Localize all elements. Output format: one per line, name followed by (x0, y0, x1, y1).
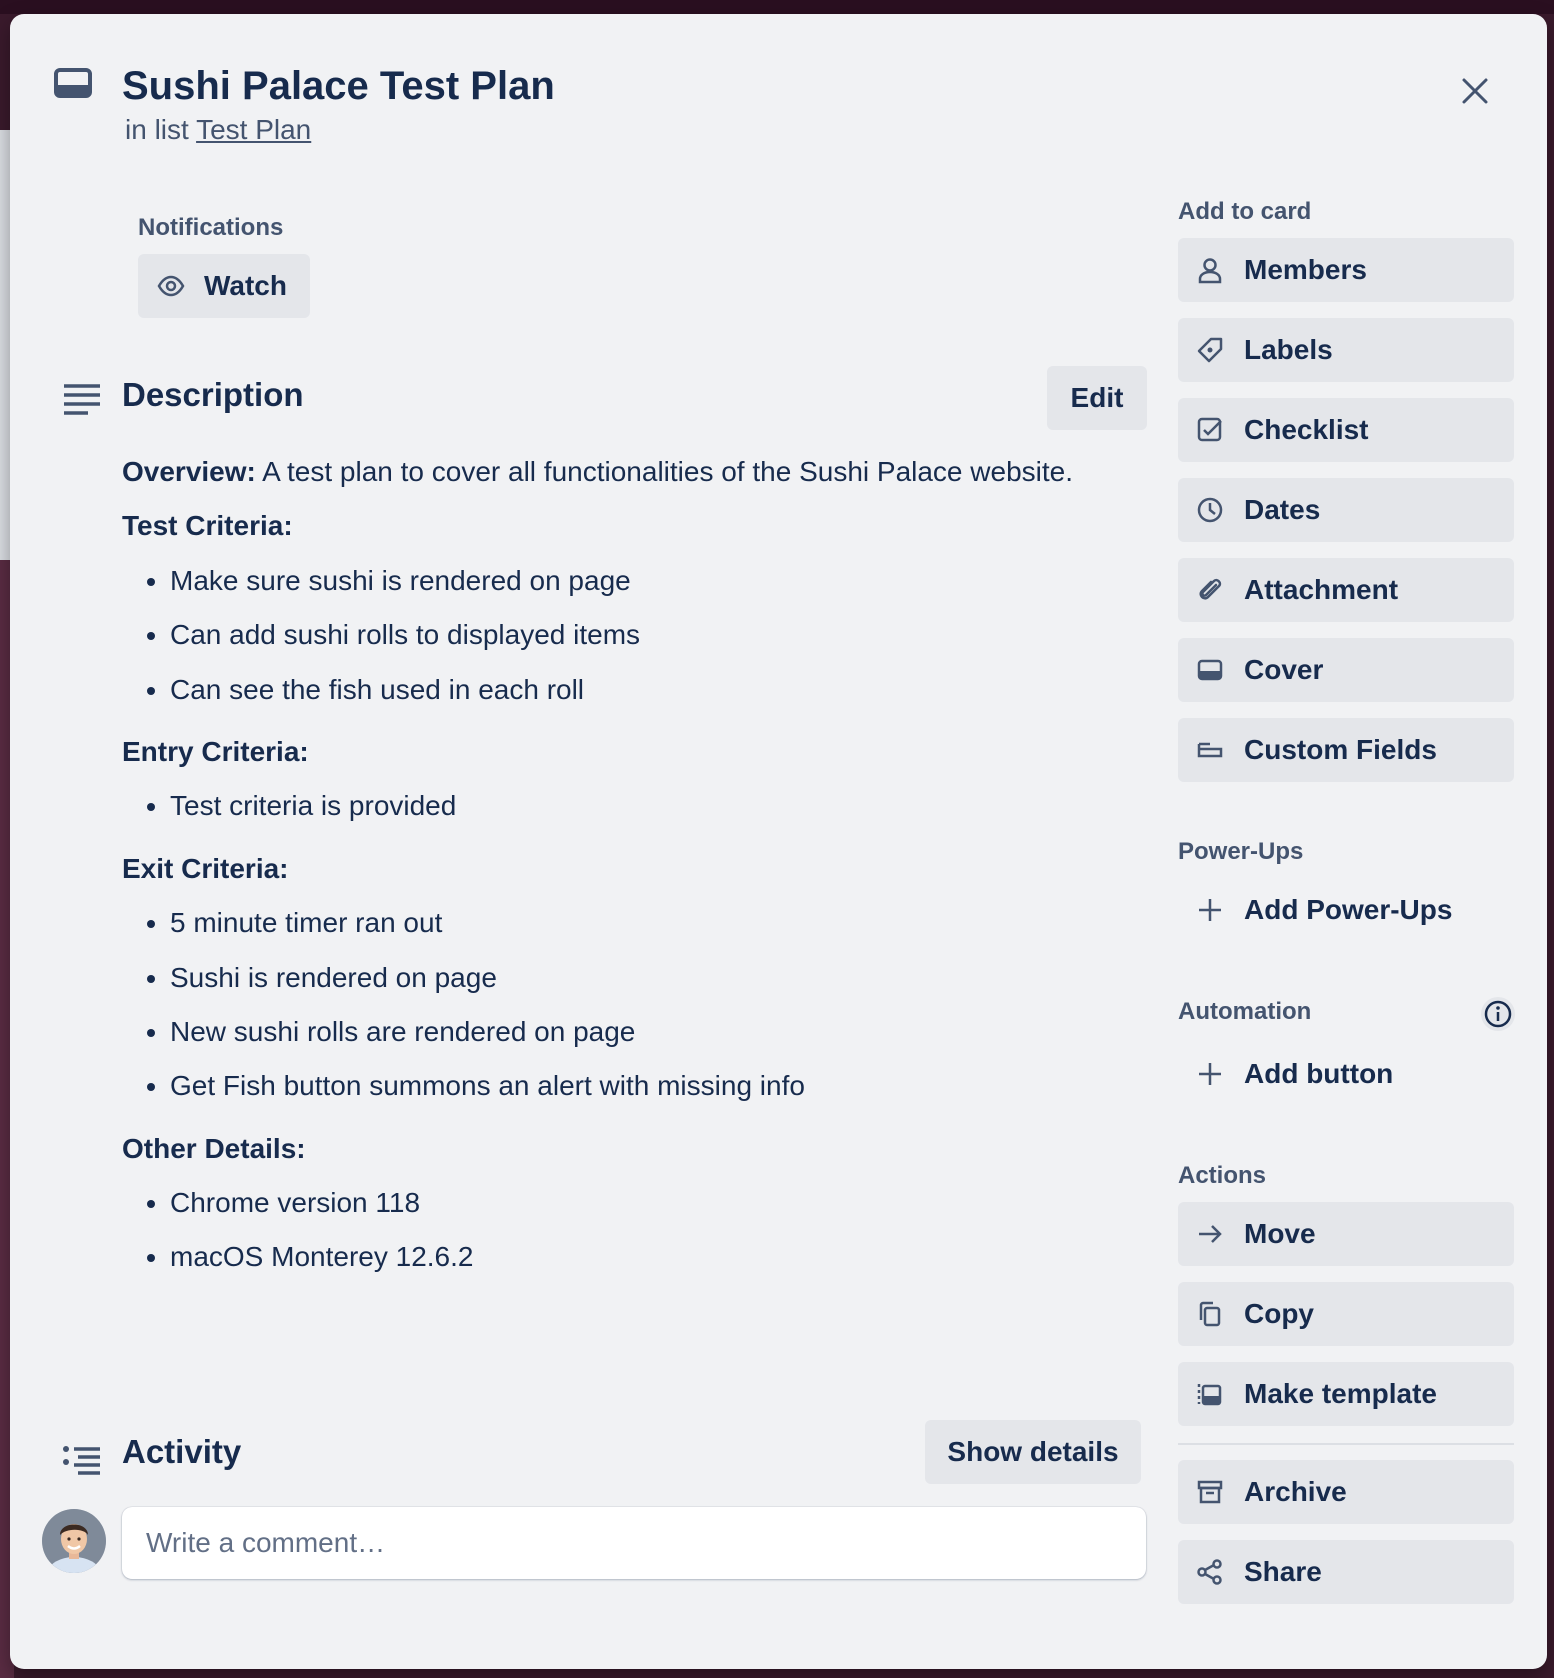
eye-icon (157, 275, 185, 297)
labels-button[interactable]: Labels (1178, 318, 1514, 382)
overview-paragraph: Overview: A test plan to cover all funct… (122, 454, 1132, 490)
section-heading: Exit Criteria: (122, 852, 289, 884)
cover-label: Cover (1244, 654, 1324, 685)
move-label: Move (1244, 1218, 1316, 1249)
arrow-right-icon (1199, 1225, 1222, 1243)
edit-description-button[interactable]: Edit (1047, 366, 1147, 430)
copy-button[interactable]: Copy (1178, 1282, 1514, 1346)
add-power-ups-label: Add Power-Ups (1244, 894, 1453, 925)
plus-icon (1199, 1063, 1221, 1085)
cover-button[interactable]: Cover (1178, 638, 1514, 702)
archive-button[interactable]: Archive (1178, 1460, 1514, 1524)
share-button[interactable]: Share (1178, 1540, 1514, 1604)
section-heading: Test Criteria: (122, 510, 293, 542)
user-avatar-icon (42, 1509, 106, 1573)
notifications-label: Notifications (138, 214, 284, 241)
person-icon (1198, 258, 1222, 284)
add-button-button[interactable]: Add button (1178, 1042, 1514, 1106)
members-button[interactable]: Members (1178, 238, 1514, 302)
edit-label: Edit (1070, 382, 1124, 413)
dates-label: Dates (1244, 494, 1321, 525)
list-item: 5 minute timer ran out (170, 905, 1132, 941)
move-button[interactable]: Move (1178, 1202, 1514, 1266)
list-item: macOS Monterey 12.6.2 (170, 1239, 1132, 1275)
watch-label: Watch (204, 270, 287, 301)
cover-icon (1197, 659, 1223, 681)
template-icon (1197, 1384, 1222, 1406)
paperclip-icon (1199, 578, 1222, 600)
card-list-info: in list Test Plan (125, 114, 311, 146)
custom-fields-icon (1197, 742, 1223, 758)
description-body[interactable]: Overview: A test plan to cover all funct… (122, 454, 1132, 1302)
list-item: Get Fish button summons an alert with mi… (170, 1068, 1132, 1104)
attachment-button[interactable]: Attachment (1178, 558, 1514, 622)
add-to-card-label: Add to card (1178, 198, 1312, 225)
section-heading: Other Details: (122, 1132, 306, 1164)
automation-label: Automation (1178, 998, 1312, 1025)
share-label: Share (1244, 1556, 1322, 1587)
dates-button[interactable]: Dates (1178, 478, 1514, 542)
list-item: Can add sushi rolls to displayed items (170, 617, 1132, 653)
add-button-label: Add button (1244, 1058, 1394, 1089)
tag-icon (1197, 337, 1223, 363)
close-button[interactable] (1450, 66, 1500, 116)
list-item: Chrome version 118 (170, 1185, 1132, 1221)
show-details-label: Show details (947, 1436, 1119, 1467)
actions-divider (1178, 1443, 1514, 1445)
labels-label: Labels (1244, 334, 1333, 365)
members-label: Members (1244, 254, 1367, 285)
make-template-label: Make template (1244, 1378, 1437, 1409)
custom-fields-button[interactable]: Custom Fields (1178, 718, 1514, 782)
copy-label: Copy (1244, 1298, 1314, 1329)
section-list: Test criteria is provided (122, 788, 1132, 824)
avatar[interactable] (42, 1509, 106, 1573)
make-template-button[interactable]: Make template (1178, 1362, 1514, 1426)
section-list: 5 minute timer ran out Sushi is rendered… (122, 905, 1132, 1105)
show-details-button[interactable]: Show details (925, 1420, 1141, 1484)
card-title[interactable]: Sushi Palace Test Plan (122, 64, 555, 109)
archive-icon (1197, 1480, 1223, 1504)
list-item: Sushi is rendered on page (170, 960, 1132, 996)
checklist-label: Checklist (1244, 414, 1369, 445)
overview-label: Overview: (122, 456, 256, 487)
section-list: Make sure sushi is rendered on page Can … (122, 563, 1132, 708)
share-icon (1197, 1559, 1222, 1585)
board-background-top (0, 0, 1554, 14)
attachment-label: Attachment (1244, 574, 1399, 605)
add-power-ups-button[interactable]: Add Power-Ups (1178, 878, 1514, 942)
close-icon (1462, 78, 1488, 104)
list-prefix: in list (125, 114, 189, 145)
description-icon (64, 384, 100, 415)
description-heading: Description (122, 376, 304, 413)
list-link[interactable]: Test Plan (196, 114, 311, 145)
archive-label: Archive (1244, 1476, 1347, 1507)
power-ups-label: Power-Ups (1178, 838, 1304, 865)
info-icon[interactable] (1480, 996, 1516, 1032)
watch-button[interactable]: Watch (138, 254, 310, 318)
section-list: Chrome version 118 macOS Monterey 12.6.2 (122, 1185, 1132, 1276)
actions-label: Actions (1178, 1162, 1267, 1189)
activity-heading: Activity (122, 1433, 242, 1470)
checkbox-icon (1197, 417, 1222, 442)
list-item: Test criteria is provided (170, 788, 1132, 824)
plus-icon (1199, 899, 1221, 921)
custom-fields-label: Custom Fields (1244, 734, 1437, 765)
comment-placeholder: Write a comment… (146, 1527, 386, 1558)
comment-input[interactable]: Write a comment… (122, 1507, 1146, 1579)
list-item: New sushi rolls are rendered on page (170, 1014, 1132, 1050)
list-item: Make sure sushi is rendered on page (170, 563, 1132, 599)
list-item: Can see the fish used in each roll (170, 672, 1132, 708)
checklist-button[interactable]: Checklist (1178, 398, 1514, 462)
card-detail-modal: Sushi Palace Test Plan in list Test Plan… (10, 14, 1547, 1669)
section-heading: Entry Criteria: (122, 735, 309, 767)
activity-icon (63, 1446, 100, 1475)
overview-text: A test plan to cover all functionalities… (262, 456, 1073, 487)
card-icon (54, 68, 92, 98)
copy-icon (1199, 1301, 1221, 1327)
clock-icon (1197, 497, 1223, 523)
